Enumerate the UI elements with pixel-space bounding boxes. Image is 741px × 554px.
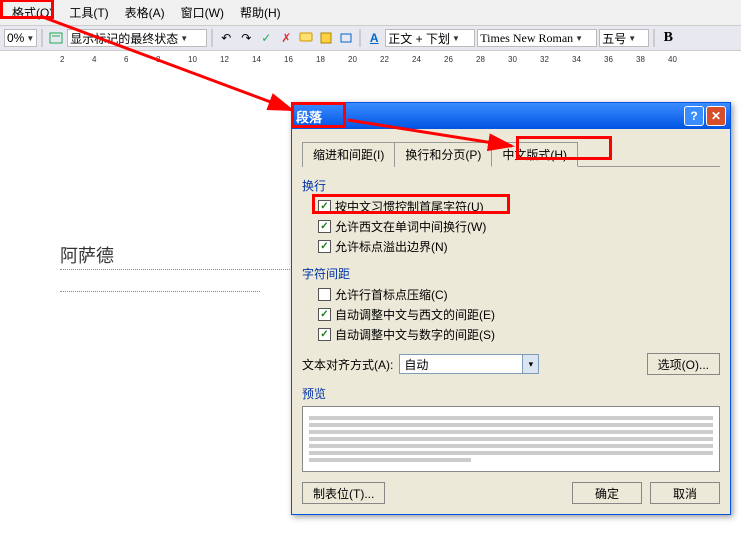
checkbox-4-label: 允许行首标点压缩(C) [335,286,448,303]
checkbox-row-3[interactable]: 允许标点溢出边界(N) [318,238,720,255]
checkbox-1-label: 按中文习惯控制首尾字符(U) [335,198,484,215]
style-value: 正文 + 下划 [388,30,450,47]
ruler-number: 2 [60,55,64,64]
chevron-down-icon: ▼ [575,34,583,43]
comment-icon[interactable] [297,29,315,47]
align-dropdown[interactable]: 自动 ▾ [399,354,539,374]
ruler-number: 8 [156,55,160,64]
dialog-title: 段落 [296,107,682,126]
options-button[interactable]: 选项(O)... [647,353,720,375]
cancel-button[interactable]: 取消 [650,482,720,504]
tab-indent[interactable]: 缩进和间距(I) [302,142,395,167]
ruler-number: 12 [220,55,229,64]
chevron-down-icon: ▼ [628,34,636,43]
checkbox-3[interactable] [318,240,331,253]
ruler-number: 18 [316,55,325,64]
chevron-down-icon: ▾ [522,355,538,373]
style-dropdown[interactable]: 正文 + 下划▼ [385,29,475,47]
align-row: 文本对齐方式(A): 自动 ▾ 选项(O)... [302,353,720,375]
bold-button[interactable]: B [659,29,677,47]
dialog-titlebar[interactable]: 段落 ? ✕ [292,103,730,129]
document-text: 阿萨德 [60,242,114,268]
dialog-footer: 制表位(T)... 确定 取消 [302,482,720,504]
zoom-dropdown[interactable]: 0%▼ [4,29,37,47]
preview-box [302,406,720,472]
checkbox-row-2[interactable]: 允许西文在单词中间换行(W) [318,218,720,235]
document-underline-2 [60,288,260,292]
align-label: 文本对齐方式(A): [302,356,393,373]
ruler-number: 26 [444,55,453,64]
chevron-down-icon: ▼ [452,34,460,43]
checkbox-5-label: 自动调整中文与西文的间距(E) [335,306,495,323]
ruler-number: 4 [92,55,96,64]
ruler-number: 6 [124,55,128,64]
menu-window[interactable]: 窗口(W) [173,2,232,23]
ruler-number: 36 [604,55,613,64]
paragraph-dialog: 段落 ? ✕ 缩进和间距(I) 换行和分页(P) 中文版式(H) 换行 按中文习… [291,102,731,515]
toolbar: 0%▼ 显示标记的最终状态▼ ↶ ↷ ✓ ✗ A 正文 + 下划▼ Times … [0,25,741,51]
menu-help[interactable]: 帮助(H) [232,2,289,23]
zoom-value: 0% [7,31,24,45]
ruler-number: 34 [572,55,581,64]
ruler-number: 20 [348,55,357,64]
menu-table[interactable]: 表格(A) [117,2,173,23]
ruler-number: 38 [636,55,645,64]
checkbox-row-1[interactable]: 按中文习惯控制首尾字符(U) [318,198,720,215]
menubar: 格式(O) 工具(T) 表格(A) 窗口(W) 帮助(H) [0,0,741,25]
highlight-icon[interactable] [317,29,335,47]
align-value: 自动 [400,356,522,373]
tab-wrap[interactable]: 换行和分页(P) [394,142,492,167]
section-char-title: 字符间距 [302,265,720,282]
section-wrap-title: 换行 [302,177,720,194]
ruler-number: 28 [476,55,485,64]
checkbox-2[interactable] [318,220,331,233]
checkbox-6-label: 自动调整中文与数字的间距(S) [335,326,495,343]
ruler-number: 40 [668,55,677,64]
tab-asian[interactable]: 中文版式(H) [491,142,578,167]
undo-icon[interactable]: ↶ [217,29,235,47]
checkbox-2-label: 允许西文在单词中间换行(W) [335,218,486,235]
ruler-number: 32 [540,55,549,64]
font-style-icon[interactable]: A [365,29,383,47]
size-dropdown[interactable]: 五号▼ [599,29,649,47]
checkbox-row-6[interactable]: 自动调整中文与数字的间距(S) [318,326,720,343]
nav-icon[interactable] [337,29,355,47]
markup-value: 显示标记的最终状态 [70,30,178,47]
checkbox-3-label: 允许标点溢出边界(N) [335,238,448,255]
ruler-number: 16 [284,55,293,64]
ruler-number: 22 [380,55,389,64]
redo-icon[interactable]: ↷ [237,29,255,47]
help-button[interactable]: ? [684,106,704,126]
section-preview-title: 预览 [302,385,720,402]
reject-icon[interactable]: ✗ [277,29,295,47]
ruler-number: 24 [412,55,421,64]
menu-tools[interactable]: 工具(T) [61,2,116,23]
checkbox-row-5[interactable]: 自动调整中文与西文的间距(E) [318,306,720,323]
checkbox-6[interactable] [318,328,331,341]
ok-button[interactable]: 确定 [572,482,642,504]
markup-dropdown[interactable]: 显示标记的最终状态▼ [67,29,207,47]
font-dropdown[interactable]: Times New Roman▼ [477,29,597,47]
font-value: Times New Roman [480,31,573,46]
chevron-down-icon: ▼ [180,34,188,43]
ruler-number: 14 [252,55,261,64]
tabs: 缩进和间距(I) 换行和分页(P) 中文版式(H) [302,141,720,167]
size-value: 五号 [602,30,626,47]
close-button[interactable]: ✕ [706,106,726,126]
chevron-down-icon: ▼ [26,34,34,43]
checkbox-5[interactable] [318,308,331,321]
checkbox-row-4[interactable]: 允许行首标点压缩(C) [318,286,720,303]
checkbox-1[interactable] [318,200,331,213]
checkbox-4[interactable] [318,288,331,301]
tabstops-button[interactable]: 制表位(T)... [302,482,385,504]
read-icon[interactable] [47,29,65,47]
menu-format[interactable]: 格式(O) [4,2,61,23]
accept-icon[interactable]: ✓ [257,29,275,47]
ruler-number: 30 [508,55,517,64]
ruler-number: 10 [188,55,197,64]
